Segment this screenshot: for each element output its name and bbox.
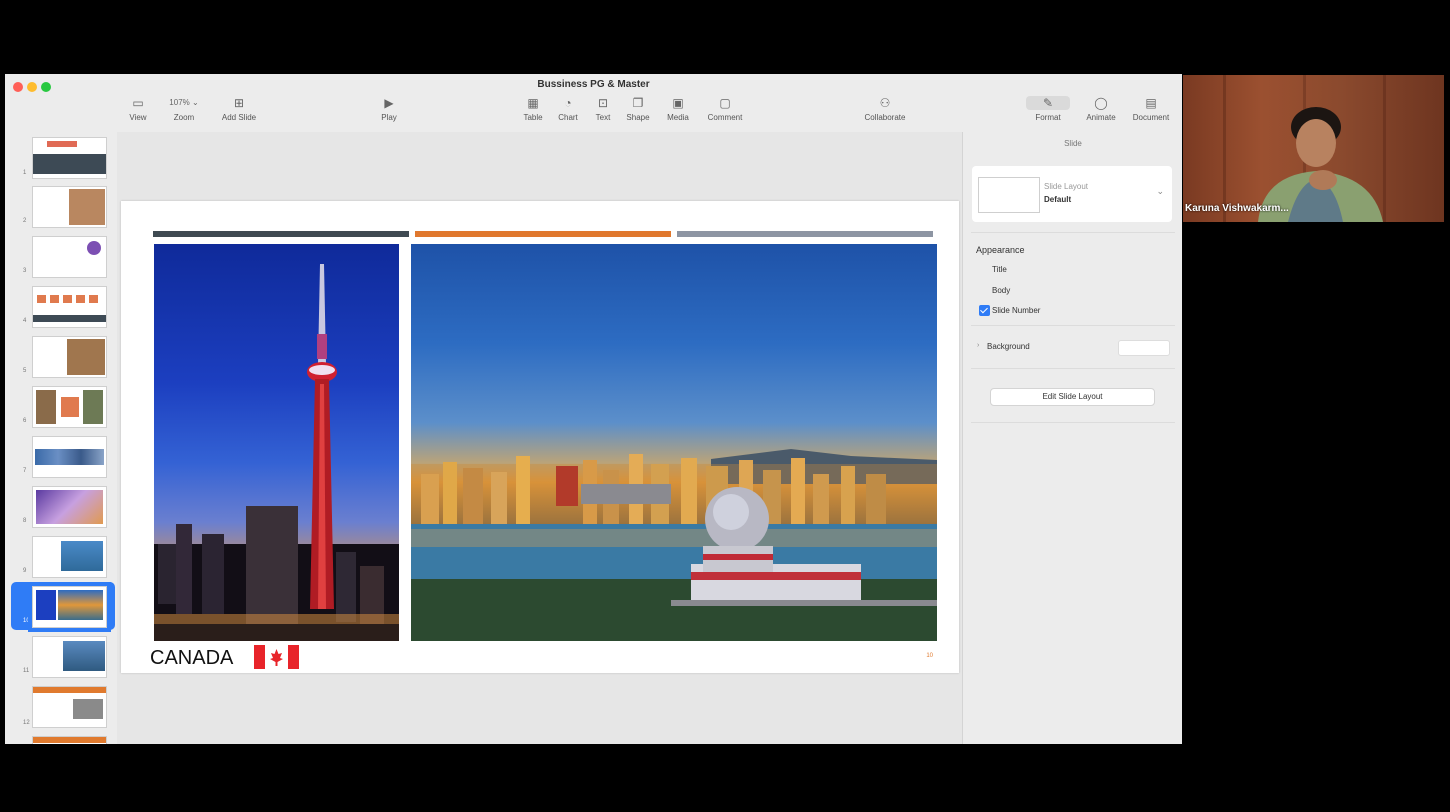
slide-thumbnail-selected[interactable] (28, 582, 111, 632)
body-checkbox[interactable] (979, 285, 988, 294)
media-icon: ▣ (672, 96, 684, 110)
country-label: CANADA (150, 647, 234, 669)
slide-thumbnail[interactable] (32, 236, 107, 278)
tab-slide[interactable]: Slide (963, 139, 1182, 148)
vancouver-skyline-image (411, 449, 937, 641)
slide-thumbnail[interactable] (32, 686, 107, 728)
play-button[interactable]: ▶ Play (363, 96, 415, 122)
cn-tower-photo[interactable] (154, 244, 399, 641)
vancouver-photo[interactable] (411, 244, 937, 641)
add-slide-button[interactable]: ⊞ Add Slide (213, 96, 265, 122)
title-option-label: Title (992, 265, 1007, 274)
play-icon: ▶ (384, 96, 394, 110)
keynote-window: Bussiness PG & Master ▭ View 107% ⌄ Zoom… (5, 74, 1182, 744)
slide-number: 10 (926, 653, 933, 659)
document-icon: ▤ (1145, 96, 1157, 110)
slide[interactable]: CANADA 10 (121, 201, 959, 673)
participant-video[interactable]: Karuna Vishwakarm... (1183, 75, 1444, 222)
slide-layout-value: Default (1044, 195, 1072, 204)
slide-thumbnail[interactable] (32, 536, 107, 578)
slide-layout-picker[interactable]: Slide Layout Default ⌄ (972, 166, 1172, 222)
background-color-well[interactable] (1118, 340, 1170, 356)
animate-button[interactable]: ◯ Animate (1075, 96, 1127, 122)
slide-number-option-label: Slide Number (992, 306, 1041, 315)
slide-thumbnail[interactable] (32, 186, 107, 228)
participant-name: Karuna Vishwakarm... (1185, 203, 1289, 214)
title-checkbox[interactable] (979, 264, 988, 273)
sidebar-icon: ▭ (132, 96, 144, 110)
animate-icon: ◯ (1094, 96, 1108, 110)
divider (971, 232, 1175, 233)
toronto-skyline-image (154, 264, 399, 641)
canada-flag-icon (254, 645, 299, 669)
chevron-down-icon: ⌄ (1156, 186, 1164, 196)
header-bar-dark (153, 231, 409, 237)
slide-thumbnail[interactable] (32, 736, 107, 744)
comment-icon: ▢ (719, 96, 731, 110)
collaborate-icon: ⚇ (879, 96, 891, 110)
document-button[interactable]: ▤ Document (1125, 96, 1177, 122)
background-label: Background (987, 342, 1030, 351)
divider (971, 325, 1175, 326)
format-brush-icon: ✎ (1026, 96, 1070, 110)
slide-thumbnail[interactable] (32, 436, 107, 478)
slide-thumbnail[interactable] (32, 636, 107, 678)
format-button[interactable]: ✎ Format (1022, 96, 1074, 122)
slide-thumbnail[interactable] (32, 386, 107, 428)
zoom-button[interactable]: 107% ⌄ Zoom (158, 96, 210, 122)
disclosure-triangle-icon[interactable]: › (977, 342, 979, 349)
slide-thumbnail[interactable] (32, 286, 107, 328)
slide-number-checkbox[interactable] (979, 305, 990, 316)
toolbar: Bussiness PG & Master ▭ View 107% ⌄ Zoom… (5, 74, 1182, 133)
slide-thumbnail[interactable] (32, 486, 107, 528)
slide-thumbnail[interactable] (32, 137, 107, 179)
layout-preview (978, 177, 1040, 213)
slide-canvas[interactable]: CANADA 10 (117, 132, 962, 744)
window-title: Bussiness PG & Master (537, 79, 650, 90)
add-slide-icon: ⊞ (233, 96, 245, 110)
divider (971, 422, 1175, 423)
slide-navigator[interactable]: 1 2 3 4 5 6 7 8 9 10 11 12 (5, 132, 118, 744)
participant-camera-feed (1223, 75, 1386, 222)
media-button[interactable]: ▣ Media (652, 96, 704, 122)
appearance-heading: Appearance (976, 245, 1025, 255)
slide-thumbnail[interactable] (32, 336, 107, 378)
collaborate-button[interactable]: ⚇ Collaborate (859, 96, 911, 122)
view-button[interactable]: ▭ View (112, 96, 164, 122)
format-inspector: Slide Slide Layout Default ⌄ Appearance … (962, 132, 1182, 744)
body-option-label: Body (992, 286, 1011, 295)
header-bar-orange (415, 231, 671, 237)
zoom-value: 107% ⌄ (169, 98, 199, 107)
slide-layout-label: Slide Layout (1044, 182, 1089, 191)
header-bar-gray (677, 231, 933, 237)
edit-slide-layout-button[interactable]: Edit Slide Layout (990, 388, 1155, 406)
comment-button[interactable]: ▢ Comment (699, 96, 751, 122)
divider (971, 368, 1175, 369)
